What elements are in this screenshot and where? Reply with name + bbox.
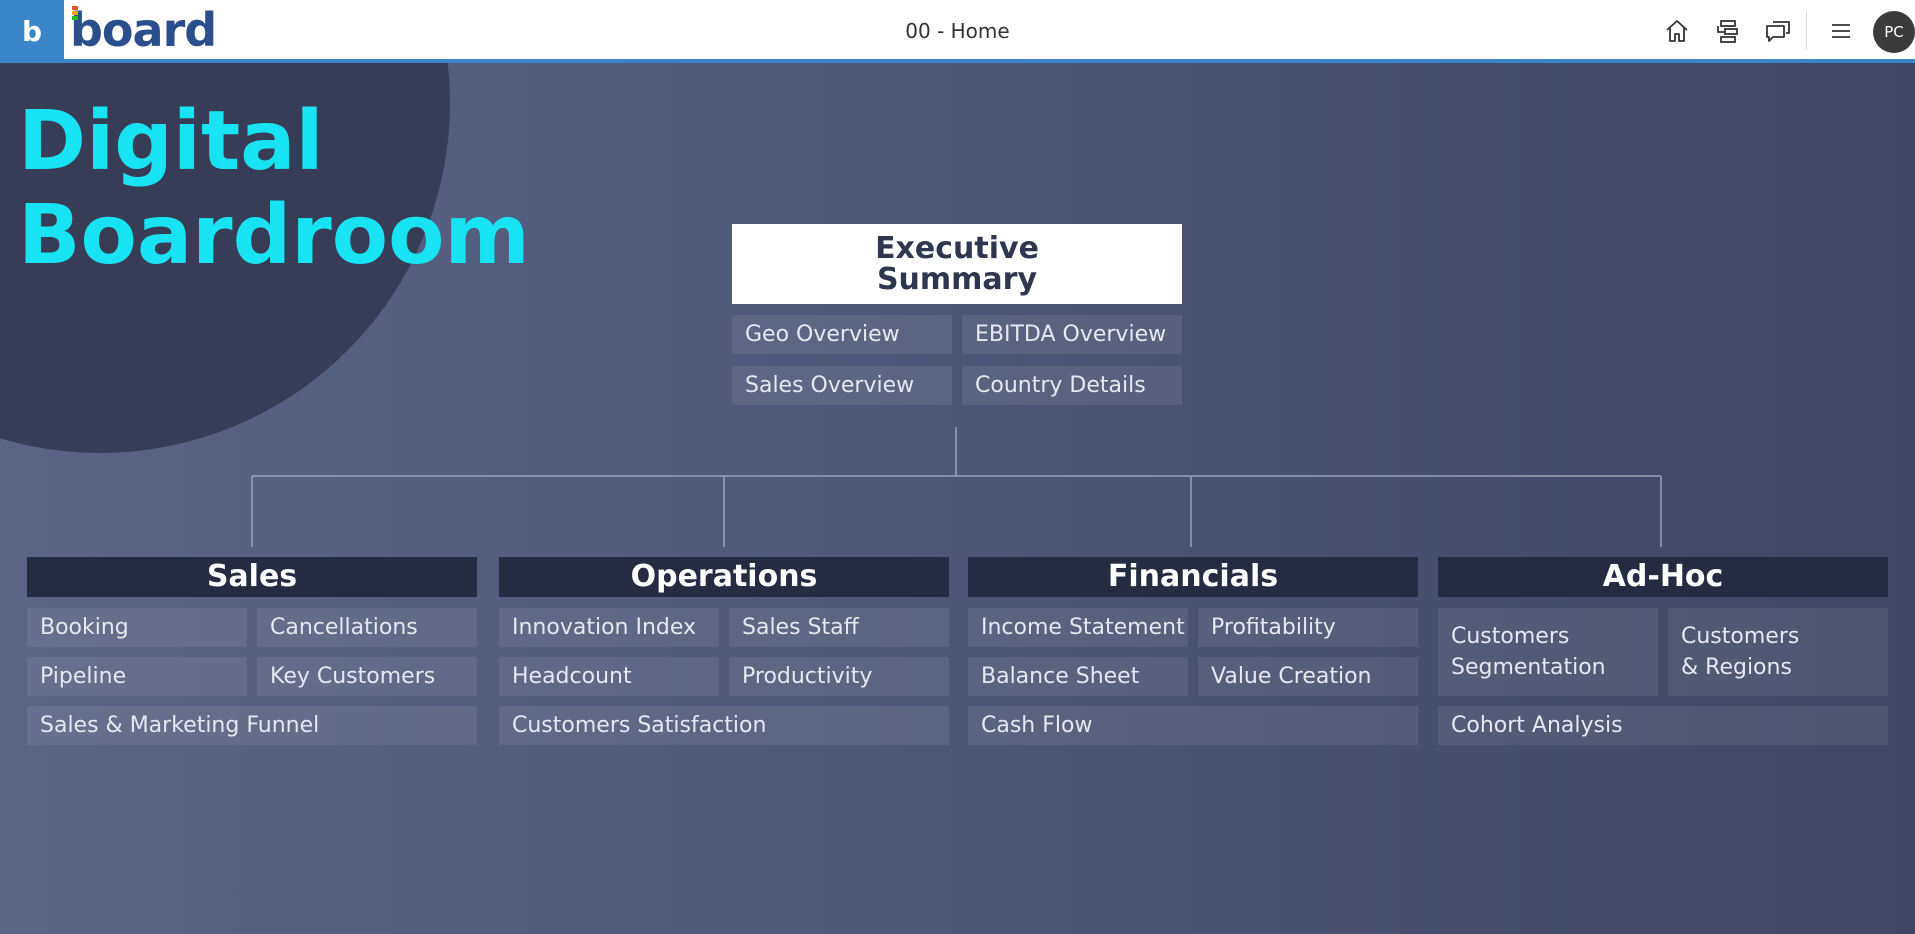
link-income-statement[interactable]: Income Statement [968,608,1188,647]
toolbar-separator [1806,12,1807,50]
menu-icon[interactable] [1826,16,1856,46]
link-headcount[interactable]: Headcount [499,657,719,696]
dashboard-canvas: Digital Boardroom Executive Summary Geo … [0,63,1915,934]
page-title: 00 - Home [905,19,1010,43]
link-booking[interactable]: Booking [27,608,247,647]
section-header-sales[interactable]: Sales [27,557,477,597]
link-ebitda-overview[interactable]: EBITDA Overview [962,315,1182,354]
link-country-details[interactable]: Country Details [962,366,1182,405]
link-productivity[interactable]: Productivity [729,657,949,696]
link-cancellations[interactable]: Cancellations [257,608,477,647]
user-avatar[interactable]: PC [1873,11,1915,53]
link-sales-overview[interactable]: Sales Overview [732,366,952,405]
link-pipeline[interactable]: Pipeline [27,657,247,696]
link-customers-segmentation[interactable]: Customers Segmentation [1438,608,1658,696]
link-cash-flow[interactable]: Cash Flow [968,706,1418,745]
executive-summary-header[interactable]: Executive Summary [732,224,1182,304]
link-balance-sheet[interactable]: Balance Sheet [968,657,1188,696]
executive-summary-title-line2: Summary [876,262,1038,297]
executive-summary-title-line1: Executive [875,231,1039,266]
customers-regions-line1: Customers [1681,624,1800,649]
logo-dots [72,6,78,22]
hero-title: Digital Boardroom [18,95,530,283]
link-sales-staff[interactable]: Sales Staff [729,608,949,647]
customers-regions-line2: & Regions [1681,655,1792,680]
link-customers-satisfaction[interactable]: Customers Satisfaction [499,706,949,745]
link-cohort-analysis[interactable]: Cohort Analysis [1438,706,1888,745]
top-bar: b board 00 - Home PC [0,0,1915,63]
link-profitability[interactable]: Profitability [1198,608,1418,647]
app-window: b board 00 - Home PC Digital Boardroom E… [0,0,1915,934]
hero-title-line1: Digital [18,94,324,189]
section-header-financials[interactable]: Financials [968,557,1418,597]
link-customers-regions[interactable]: Customers & Regions [1668,608,1888,696]
link-sales-marketing-funnel[interactable]: Sales & Marketing Funnel [27,706,477,745]
section-header-operations[interactable]: Operations [499,557,949,597]
link-geo-overview[interactable]: Geo Overview [732,315,952,354]
customers-segmentation-line2: Segmentation [1451,655,1606,680]
customers-segmentation-line1: Customers [1451,624,1570,649]
link-value-creation[interactable]: Value Creation [1198,657,1418,696]
board-logo: board [70,3,217,57]
hierarchy-icon[interactable] [1713,16,1743,46]
brand-square-icon[interactable]: b [0,0,64,63]
link-innovation-index[interactable]: Innovation Index [499,608,719,647]
link-key-customers[interactable]: Key Customers [257,657,477,696]
section-header-adhoc[interactable]: Ad-Hoc [1438,557,1888,597]
chat-icon[interactable] [1763,16,1793,46]
home-icon[interactable] [1662,16,1692,46]
hero-title-line2: Boardroom [18,188,530,283]
